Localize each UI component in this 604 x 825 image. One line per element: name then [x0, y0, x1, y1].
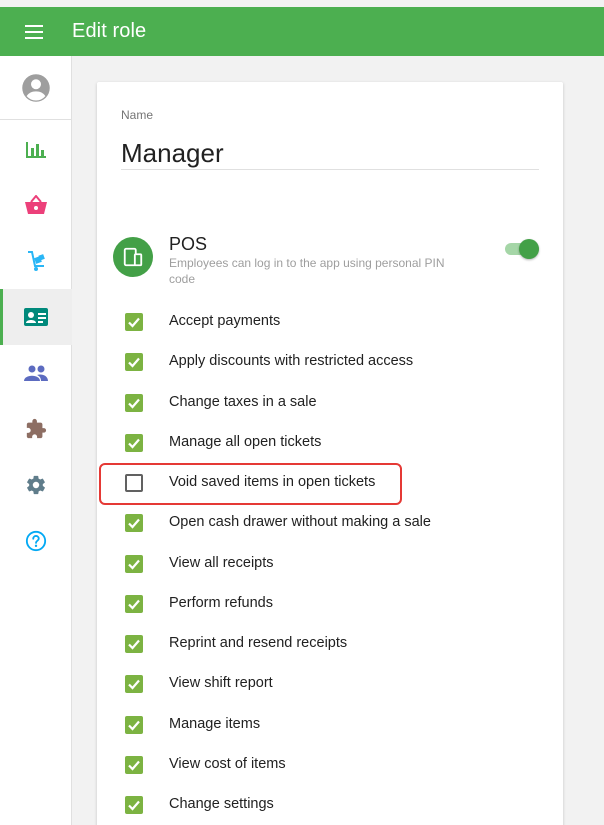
checkbox-checked-icon[interactable] — [125, 554, 143, 573]
permission-row[interactable]: Change settings — [97, 786, 563, 822]
permission-row[interactable]: Apply discounts with restricted access — [97, 343, 563, 379]
sidebar-item-reports[interactable] — [0, 121, 72, 177]
sidebar-item-inventory[interactable] — [0, 233, 72, 289]
checkbox-checked-icon[interactable] — [125, 755, 143, 774]
name-input[interactable]: Manager — [121, 138, 224, 169]
permission-row[interactable]: Accept payments — [97, 303, 563, 339]
pos-devices-icon — [113, 237, 153, 277]
settings-gear-icon — [27, 475, 45, 495]
permission-label: Open cash drawer without making a sale — [169, 514, 431, 531]
checkbox-unchecked-icon[interactable] — [125, 474, 143, 492]
checkbox-checked-icon[interactable] — [125, 393, 143, 412]
name-label: Name — [121, 108, 154, 122]
integrations-puzzle-icon — [26, 418, 47, 439]
inventory-cart-icon — [28, 251, 45, 271]
app-bar: Edit role — [0, 7, 604, 56]
employee-card-icon — [24, 308, 48, 326]
permission-row[interactable]: Perform refunds — [97, 585, 563, 621]
checkbox-checked-icon[interactable] — [125, 313, 143, 331]
checkbox-checked-icon[interactable] — [125, 514, 143, 533]
sidebar-item-employees[interactable] — [0, 289, 72, 345]
checkbox-checked-icon[interactable] — [125, 675, 143, 694]
pos-section-title: POS — [169, 234, 208, 254]
sidebar-item-help[interactable] — [0, 513, 72, 569]
pos-access-toggle[interactable] — [505, 238, 541, 260]
permission-label: Apply discounts with restricted access — [169, 353, 414, 370]
permission-row[interactable]: View shift report — [97, 665, 563, 701]
name-input-underline — [121, 169, 539, 170]
permission-row[interactable]: Change taxes in a sale — [97, 384, 563, 420]
sidebar-item-settings[interactable] — [0, 457, 72, 513]
permission-row[interactable]: Reprint and resend receipts — [97, 625, 563, 661]
permission-label: Perform refunds — [169, 594, 273, 611]
checkbox-checked-icon[interactable] — [125, 433, 143, 452]
page-title: Edit role — [72, 20, 147, 42]
checkbox-checked-icon[interactable] — [125, 353, 143, 372]
account-circle-icon — [22, 74, 50, 102]
sidebar-item-account[interactable] — [0, 60, 72, 116]
checkbox-checked-icon[interactable] — [125, 594, 143, 613]
sidebar — [0, 56, 72, 825]
permission-row[interactable]: Void saved items in open tickets — [97, 464, 563, 500]
permission-row[interactable]: Manage items — [97, 706, 563, 742]
basket-icon — [25, 195, 47, 214]
sidebar-item-integrations[interactable] — [0, 401, 72, 457]
permission-label: Change taxes in a sale — [169, 393, 317, 410]
permission-row[interactable]: Manage all open tickets — [97, 424, 563, 460]
role-edit-card: Name Manager POS Employees can log in to… — [97, 82, 563, 825]
bar-chart-icon — [26, 142, 46, 158]
permission-label: Change settings — [169, 796, 274, 812]
permission-label: View shift report — [169, 675, 273, 692]
checkbox-checked-icon[interactable] — [125, 635, 143, 653]
permission-row[interactable]: View all receipts — [97, 545, 563, 581]
customers-icon — [24, 365, 48, 381]
sidebar-item-customers[interactable] — [0, 345, 72, 401]
permission-label: View all receipts — [169, 554, 274, 571]
permission-row[interactable]: View cost of items — [97, 746, 563, 782]
checkbox-checked-icon[interactable] — [125, 715, 143, 734]
sidebar-item-sales[interactable] — [0, 177, 72, 233]
hamburger-menu-icon[interactable] — [22, 22, 48, 42]
sidebar-divider — [0, 119, 72, 120]
permission-label: Void saved items in open tickets — [169, 474, 376, 490]
permission-label: Manage all open tickets — [169, 433, 322, 450]
pos-section-description: Employees can log in to the app using pe… — [169, 256, 445, 286]
permission-label: Manage items — [169, 715, 261, 732]
permission-label: Reprint and resend receipts — [169, 635, 348, 651]
permission-label: Accept payments — [169, 313, 281, 329]
help-icon — [25, 530, 47, 552]
permission-label: View cost of items — [169, 755, 286, 772]
checkbox-checked-icon[interactable] — [125, 796, 143, 814]
permission-row[interactable]: Open cash drawer without making a sale — [97, 504, 563, 540]
